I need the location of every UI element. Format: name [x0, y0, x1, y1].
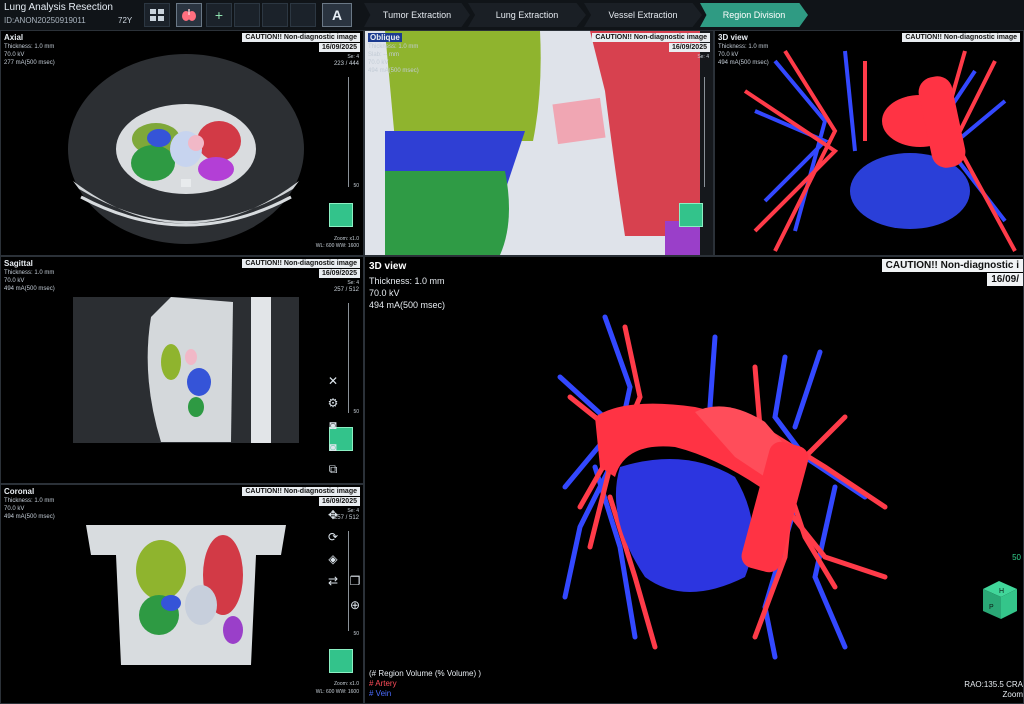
legend-header: (# Region Volume (% Volume) ) [369, 669, 482, 678]
orientation-readout: RAO:135.5 CRA [964, 680, 1023, 689]
caution-badge: CAUTION!! Non-diagnostic image [902, 33, 1020, 42]
scale-label: 50 [1012, 553, 1021, 562]
scan-info: Thickness: 1.0 mm Slab: -- mm 70.0 kV 49… [368, 44, 419, 74]
oblique-viewport[interactable]: Oblique Thickness: 1.0 mm Slab: -- mm 70… [364, 30, 714, 256]
top-bar: Lung Analysis Resection ID:ANON202509190… [0, 0, 1024, 31]
cube-label-h: H [999, 588, 1004, 595]
panel-title: Coronal [4, 487, 35, 496]
scale-label: 50 [353, 631, 359, 637]
grid-icon [150, 9, 164, 21]
vessel-render [557, 314, 888, 660]
legend-vein: # Vein [369, 689, 392, 698]
zoom-label: Zoom: x1.0 [333, 681, 359, 687]
zoom-label: Zoom: x1.0 [333, 236, 359, 242]
caution-badge: CAUTION!! Non-diagnostic image [592, 33, 710, 42]
lungs-icon [182, 9, 196, 21]
scan-info: Thickness: 1.0 mm 70.0 kV 494 mA(500 mse… [4, 270, 55, 292]
zoom-label: Zoom [1002, 690, 1023, 699]
legend: (# Region Volume (% Volume) ) # Artery #… [369, 669, 481, 699]
legend-artery: # Artery [369, 679, 397, 688]
3d-view-small[interactable]: 3D view Thickness: 1.0 mm 70.0 kV 494 mA… [714, 30, 1024, 256]
plus-icon: + [214, 7, 224, 23]
window-level: WL: 600 WW: 1600 [315, 243, 359, 249]
orientation-cube[interactable]: H P [979, 579, 1019, 621]
panel-title: Oblique [368, 33, 402, 42]
scan-info: Thickness: 1.0 mm 70.0 kV 494 mA(500 mse… [4, 498, 55, 520]
series-label: Se: 4 [347, 508, 359, 514]
add-button[interactable]: + [206, 3, 232, 27]
orientation-marker[interactable] [329, 203, 353, 227]
axial-viewport[interactable]: Axial Thickness: 1.0 mm 70.0 kV 277 mA(5… [0, 30, 364, 256]
axial-image [68, 54, 304, 244]
patient-id: ID:ANON20250919011 [4, 16, 86, 25]
rotate-icon[interactable]: ⟳ [326, 530, 340, 544]
tab-tumor-extraction[interactable]: Tumor Extraction [364, 3, 470, 27]
camera-icon[interactable]: ◙ [326, 440, 340, 454]
scale-label: 50 [353, 183, 359, 189]
text-tool-button[interactable]: A [322, 3, 352, 27]
coronal-image [86, 525, 286, 665]
pan-icon[interactable]: ⊕ [348, 598, 362, 612]
camera-plus-icon[interactable]: ⧉ [326, 462, 340, 476]
sagittal-viewport[interactable]: Sagittal Thickness: 1.0 mm 70.0 kV 494 m… [0, 256, 364, 484]
sagittal-image [73, 297, 299, 443]
camera-icon[interactable]: ◙ [326, 418, 340, 432]
3d-view-main[interactable]: 3D view Thickness: 1.0 mm 70.0 kV 494 mA… [364, 256, 1024, 704]
panel-title: 3D view [718, 33, 748, 42]
tab-region-division[interactable]: Region Division [700, 3, 808, 27]
app-title: Lung Analysis Resection [4, 2, 113, 13]
sync-icon[interactable]: ⇄ [326, 574, 340, 588]
caution-badge: CAUTION!! Non-diagnostic i [881, 259, 1023, 272]
patient-age: 72Y [118, 16, 133, 25]
scan-info: Thickness: 1.0 mm 70.0 kV 494 mA(500 mse… [718, 44, 769, 66]
tab-lung-extraction[interactable]: Lung Extraction [468, 3, 586, 27]
scan-info: Thickness: 1.0 mm 70.0 kV 277 mA(500 mse… [4, 44, 55, 66]
series-label: Se: 4 [347, 280, 359, 286]
text-tool-icon: A [331, 7, 343, 23]
slice-counter: 223 / 444 [333, 61, 359, 67]
cube-label-p: P [989, 604, 994, 611]
panel-title: Sagittal [4, 259, 33, 268]
date-badge: 16/09/2025 [318, 43, 360, 52]
orientation-marker[interactable] [329, 649, 353, 673]
move-icon[interactable]: ✥ [326, 508, 340, 522]
date-badge: 16/09/ [987, 273, 1023, 286]
close-icon[interactable]: ✕ [326, 374, 340, 388]
panel-title: Axial [4, 33, 24, 42]
scale-ruler [348, 303, 349, 413]
scale-ruler [348, 77, 349, 187]
scale-label: 50 [353, 409, 359, 415]
cube-icon[interactable]: ◈ [326, 552, 340, 566]
date-badge: 16/09/2025 [668, 43, 710, 52]
caution-badge: CAUTION!! Non-diagnostic image [242, 259, 360, 268]
caution-badge: CAUTION!! Non-diagnostic image [242, 487, 360, 496]
coronal-viewport[interactable]: Coronal Thickness: 1.0 mm 70.0 kV 494 mA… [0, 484, 364, 704]
window-level: WL: 600 WW: 1600 [315, 689, 359, 695]
tab-vessel-extraction[interactable]: Vessel Extraction [584, 3, 702, 27]
date-badge: 16/09/2025 [318, 269, 360, 278]
series-label: Se: 4 [697, 54, 709, 60]
grid-layout-button[interactable] [144, 3, 170, 27]
empty-slot-2[interactable] [262, 3, 288, 27]
panel-title: 3D view [369, 261, 407, 272]
caution-badge: CAUTION!! Non-diagnostic image [242, 33, 360, 42]
scan-info: Thickness: 1.0 mm 70.0 kV 494 mA(500 mse… [369, 276, 446, 310]
series-label: Se: 4 [347, 54, 359, 60]
empty-slot-1[interactable] [234, 3, 260, 27]
layers-icon[interactable]: ❐ [348, 574, 362, 588]
slice-counter: 257 / 512 [333, 287, 359, 293]
orientation-marker[interactable] [679, 203, 703, 227]
gear-icon[interactable]: ⚙ [326, 396, 340, 410]
lungs-button[interactable] [176, 3, 202, 27]
empty-slot-3[interactable] [290, 3, 316, 27]
date-badge: 16/09/2025 [318, 497, 360, 506]
scale-ruler [704, 77, 705, 187]
